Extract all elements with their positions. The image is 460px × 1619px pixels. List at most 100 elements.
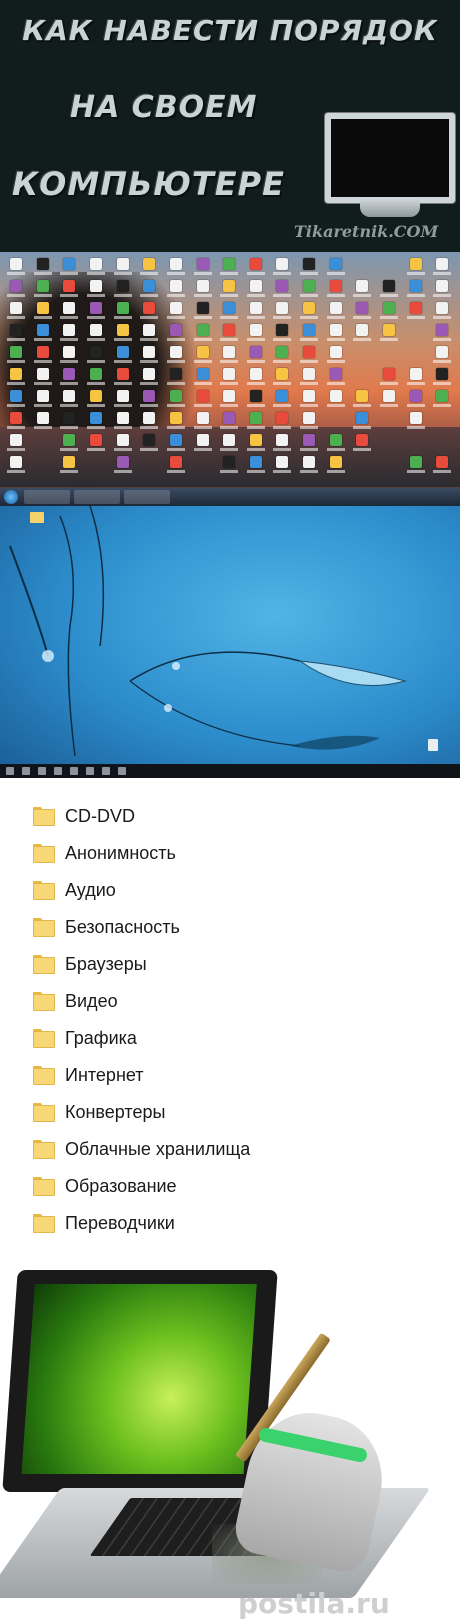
desktop-shortcut-icon[interactable]: [4, 454, 30, 475]
desktop-shortcut-icon[interactable]: [4, 410, 30, 431]
desktop-shortcut-icon[interactable]: [111, 344, 137, 365]
desktop-shortcut-icon[interactable]: [31, 344, 57, 365]
desktop-shortcut-icon[interactable]: [217, 278, 243, 299]
desktop-shortcut-icon[interactable]: [297, 366, 323, 387]
desktop-shortcut-icon[interactable]: [137, 454, 163, 475]
desktop-shortcut-icon[interactable]: [191, 366, 217, 387]
desktop-shortcut-icon[interactable]: [137, 410, 163, 431]
folder-item[interactable]: Аудио: [33, 877, 116, 903]
desktop-folder-icon[interactable]: [30, 512, 44, 523]
desktop-shortcut-icon[interactable]: [111, 366, 137, 387]
desktop-shortcut-icon[interactable]: [31, 366, 57, 387]
search-icon[interactable]: [22, 767, 30, 775]
desktop-shortcut-icon[interactable]: [84, 300, 110, 321]
desktop-shortcut-icon[interactable]: [377, 388, 403, 409]
desktop-shortcut-icon[interactable]: [137, 256, 163, 277]
desktop-shortcut-icon[interactable]: [84, 432, 110, 453]
start-button-icon[interactable]: [6, 767, 14, 775]
desktop-shortcut-icon[interactable]: [217, 322, 243, 343]
desktop-shortcut-icon[interactable]: [297, 256, 323, 277]
desktop-shortcut-icon[interactable]: [57, 256, 83, 277]
desktop-shortcut-icon[interactable]: [324, 322, 350, 343]
desktop-shortcut-icon[interactable]: [377, 256, 403, 277]
desktop-shortcut-icon[interactable]: [350, 432, 376, 453]
desktop-shortcut-icon[interactable]: [350, 454, 376, 475]
folder-item[interactable]: Облачные хранилища: [33, 1136, 250, 1162]
desktop-shortcut-icon[interactable]: [164, 344, 190, 365]
desktop-shortcut-icon[interactable]: [31, 256, 57, 277]
desktop-shortcut-icon[interactable]: [111, 322, 137, 343]
desktop-shortcut-icon[interactable]: [137, 432, 163, 453]
desktop-shortcut-icon[interactable]: [164, 300, 190, 321]
desktop-shortcut-icon[interactable]: [430, 454, 456, 475]
desktop-shortcut-icon[interactable]: [191, 410, 217, 431]
desktop-shortcut-icon[interactable]: [404, 256, 430, 277]
desktop-shortcut-icon[interactable]: [137, 322, 163, 343]
folder-item[interactable]: Видео: [33, 988, 118, 1014]
desktop-shortcut-icon[interactable]: [324, 410, 350, 431]
desktop-shortcut-icon[interactable]: [270, 410, 296, 431]
desktop-shortcut-icon[interactable]: [31, 432, 57, 453]
desktop-shortcut-icon[interactable]: [164, 432, 190, 453]
desktop-shortcut-icon[interactable]: [4, 300, 30, 321]
desktop-shortcut-icon[interactable]: [217, 388, 243, 409]
desktop-shortcut-icon[interactable]: [111, 256, 137, 277]
desktop-shortcut-icon[interactable]: [324, 256, 350, 277]
desktop-shortcut-icon[interactable]: [297, 454, 323, 475]
desktop-shortcut-icon[interactable]: [137, 388, 163, 409]
desktop-shortcut-icon[interactable]: [430, 256, 456, 277]
desktop-shortcut-icon[interactable]: [57, 344, 83, 365]
desktop-shortcut-icon[interactable]: [430, 432, 456, 453]
desktop-shortcut-icon[interactable]: [4, 344, 30, 365]
desktop-shortcut-icon[interactable]: [57, 432, 83, 453]
desktop-shortcut-icon[interactable]: [350, 256, 376, 277]
desktop-shortcut-icon[interactable]: [430, 278, 456, 299]
desktop-shortcut-icon[interactable]: [217, 256, 243, 277]
desktop-shortcut-icon[interactable]: [164, 388, 190, 409]
desktop-shortcut-icon[interactable]: [164, 454, 190, 475]
desktop-shortcut-icon[interactable]: [324, 300, 350, 321]
desktop-shortcut-icon[interactable]: [137, 278, 163, 299]
desktop-shortcut-icon[interactable]: [297, 344, 323, 365]
desktop-shortcut-icon[interactable]: [84, 322, 110, 343]
desktop-shortcut-icon[interactable]: [31, 322, 57, 343]
desktop-shortcut-icon[interactable]: [84, 410, 110, 431]
desktop-shortcut-icon[interactable]: [377, 300, 403, 321]
desktop-shortcut-icon[interactable]: [270, 366, 296, 387]
taskbar-button[interactable]: [24, 490, 70, 504]
desktop-shortcut-icon[interactable]: [137, 300, 163, 321]
taskbar[interactable]: [0, 764, 460, 778]
desktop-shortcut-icon[interactable]: [430, 344, 456, 365]
desktop-shortcut-icon[interactable]: [244, 454, 270, 475]
desktop-shortcut-icon[interactable]: [244, 366, 270, 387]
desktop-shortcut-icon[interactable]: [404, 388, 430, 409]
desktop-shortcut-icon[interactable]: [137, 344, 163, 365]
desktop-shortcut-icon[interactable]: [324, 344, 350, 365]
taskbar-button[interactable]: [124, 490, 170, 504]
desktop-shortcut-icon[interactable]: [350, 388, 376, 409]
desktop-shortcut-icon[interactable]: [324, 278, 350, 299]
desktop-shortcut-icon[interactable]: [404, 410, 430, 431]
folder-item[interactable]: Браузеры: [33, 951, 147, 977]
desktop-shortcut-icon[interactable]: [57, 300, 83, 321]
desktop-shortcut-icon[interactable]: [31, 454, 57, 475]
recycle-bin-icon[interactable]: [428, 739, 438, 751]
taskbar-app-icon[interactable]: [70, 767, 78, 775]
taskbar[interactable]: [0, 488, 460, 506]
desktop-shortcut-icon[interactable]: [404, 278, 430, 299]
desktop-shortcut-icon[interactable]: [377, 278, 403, 299]
folder-item[interactable]: Интернет: [33, 1062, 144, 1088]
taskbar-button[interactable]: [74, 490, 120, 504]
folder-item[interactable]: Безопасность: [33, 914, 180, 940]
desktop-shortcut-icon[interactable]: [244, 432, 270, 453]
desktop-shortcut-icon[interactable]: [217, 344, 243, 365]
desktop-shortcut-icon[interactable]: [270, 432, 296, 453]
desktop-shortcut-icon[interactable]: [270, 278, 296, 299]
desktop-shortcut-icon[interactable]: [111, 454, 137, 475]
desktop-shortcut-icon[interactable]: [4, 278, 30, 299]
desktop-shortcut-icon[interactable]: [84, 278, 110, 299]
desktop-shortcut-icon[interactable]: [164, 366, 190, 387]
folder-item[interactable]: CD-DVD: [33, 803, 135, 829]
desktop-shortcut-icon[interactable]: [404, 300, 430, 321]
folder-item[interactable]: Образование: [33, 1173, 177, 1199]
